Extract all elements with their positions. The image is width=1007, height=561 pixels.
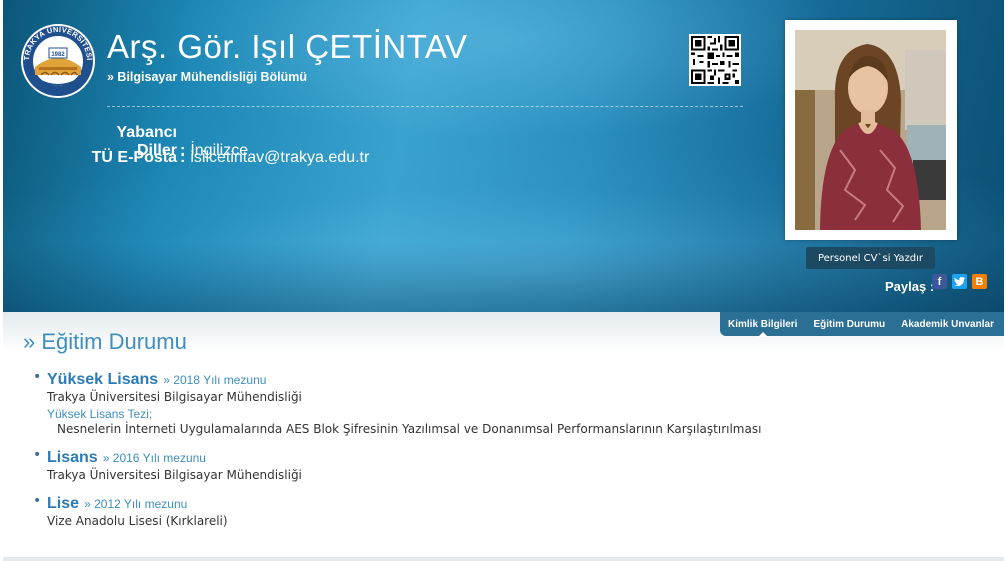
profile-photo [795,30,946,230]
university-logo[interactable]: 1982 TRAKYA ÜNİVERSİTESİ [19,23,97,99]
content-area: » Eğitim Durumu Yüksek Lisans » 2018 Yıl… [3,312,1004,558]
profile-tabs: Kimlik Bilgileri Eğitim Durumu Akademik … [720,312,1004,337]
email-link[interactable]: isilcetintav@trakya.edu.tr [190,149,369,166]
profile-photo-frame [785,20,957,240]
thesis-title: Nesnelerin İnterneti Uygulamalarında AES… [57,422,762,436]
list-item: Yüksek Lisans » 2018 Yılı mezunu Trakya … [33,369,762,436]
degree-title: Yüksek Lisans [47,371,159,388]
info-label: TÜ E-Posta [91,149,177,166]
share-label: Paylaş : [885,279,935,294]
header-divider [107,106,743,107]
facebook-icon[interactable]: f [932,274,947,289]
tab-akademik-unvanlar[interactable]: Akademik Unvanlar [893,312,1002,336]
school-name: Vize Anadolu Lisesi (Kırklareli) [47,514,228,528]
graduation-year: » 2018 Yılı mezunu [163,373,267,387]
graduation-year: » 2016 Yılı mezunu [102,451,206,465]
twitter-icon[interactable] [952,274,967,289]
qr-code [689,34,741,86]
profile-header: 1982 TRAKYA ÜNİVERSİTESİ Arş. Gör. Işıl … [3,0,1004,312]
degree-title: Lise [47,495,80,512]
blogger-icon[interactable]: B [972,274,987,289]
school-name: Trakya Üniversitesi Bilgisayar Mühendisl… [47,468,302,482]
person-name: Arş. Gör. Işıl ÇETİNTAV [107,28,468,65]
degree-title: Lisans [47,449,98,466]
education-list: Yüksek Lisans » 2018 Yılı mezunu Trakya … [33,369,762,539]
info-row-email: TÜ E-Posta: isilcetintav@trakya.edu.tr [73,149,370,167]
print-cv-button[interactable]: Personel CV`si Yazdır [806,247,935,269]
list-item: Lise » 2012 Yılı mezunu Vize Anadolu Lis… [33,493,761,528]
section-title: » Eğitim Durumu [23,329,187,354]
list-item: Lisans » 2016 Yılı mezunu Trakya Ünivers… [33,447,761,482]
tab-egitim-durumu[interactable]: Eğitim Durumu [805,312,893,336]
svg-text:1982: 1982 [51,52,65,58]
school-name: Trakya Üniversitesi Bilgisayar Mühendisl… [47,390,302,404]
bottom-border [3,557,1004,561]
department-link[interactable]: » Bilgisayar Mühendisliği Bölümü [107,70,307,84]
thesis-label: Yüksek Lisans Tezi; [47,407,153,421]
graduation-year: » 2012 Yılı mezunu [84,497,188,511]
tab-kimlik-bilgileri[interactable]: Kimlik Bilgileri [720,312,805,337]
